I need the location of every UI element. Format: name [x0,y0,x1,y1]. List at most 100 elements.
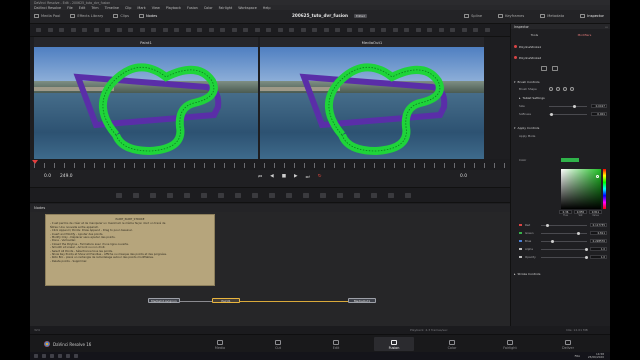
stop-icon[interactable]: ■ [282,174,286,180]
viewer-tool-icon[interactable] [116,28,122,32]
viewer-tool-icon[interactable] [277,28,283,32]
fusion-tool-icon[interactable] [167,193,173,198]
viewer-tool-icon[interactable] [139,28,145,32]
effects-library-button[interactable]: Effects Library [70,14,103,18]
viewer-tool-icon[interactable] [47,28,53,32]
size-value-field[interactable]: 0.0417 [591,103,607,108]
viewer-tool-icon[interactable] [289,28,294,32]
opacity-slider-track[interactable] [541,257,587,258]
page-tab-media[interactable]: Media [200,337,240,351]
viewer-tool-icon[interactable] [323,28,329,32]
green-value-field[interactable]: 0.811 [590,230,607,235]
fusion-tool-icon[interactable] [388,193,394,198]
task-view-icon[interactable] [50,354,54,358]
menu-playback[interactable]: Playback [166,6,181,10]
softness-value-field[interactable]: 0.001 [591,111,607,116]
green-slider-track[interactable] [541,233,587,234]
settings-subtab-icon[interactable] [552,66,558,71]
page-tab-deliver[interactable]: Deliver [548,337,588,351]
metadata-button[interactable]: Metadata [540,14,564,18]
viewer-tool-icon[interactable] [450,28,455,32]
viewer-tool-icon[interactable] [473,28,478,32]
viewer-tool-icon[interactable] [461,28,467,32]
viewer-tool-icon[interactable] [59,28,64,32]
tablet-settings-section[interactable]: ▸ Tablet Settings [519,96,545,100]
spline-button[interactable]: Spline [464,14,482,18]
stroke-controls-section[interactable]: ▸ Stroke Controls [514,272,540,276]
fusion-tool-icon[interactable] [116,193,122,198]
input-language[interactable]: FRA [575,354,580,358]
green-slider-handle[interactable] [576,231,580,235]
opacity-slider-handle[interactable] [585,255,588,259]
loop-icon[interactable]: ↻ [318,174,322,180]
explorer-icon[interactable] [58,354,62,358]
fusion-tool-icon[interactable] [371,193,377,198]
resolve-taskbar-icon[interactable] [74,354,78,358]
menu-file[interactable]: File [67,6,73,10]
node-editor[interactable]: PAINT_PAINT_STROKE - Il est permis de cr… [30,212,510,326]
fusion-tool-icon[interactable] [320,193,326,198]
menu-view[interactable]: View [152,6,160,10]
alpha-slider-track[interactable] [541,249,587,250]
time-ruler[interactable] [30,159,510,170]
blue-value-field[interactable]: 0.228576 [590,238,607,243]
viewer-tool-icon[interactable] [300,28,306,32]
keyframes-button[interactable]: Keyframes [498,14,524,18]
fusion-tool-icon[interactable] [354,193,360,198]
fusion-tool-icon[interactable] [150,193,156,198]
stroke-enabled-icon[interactable] [514,56,517,59]
viewer-tool-icon[interactable] [185,28,191,32]
page-tab-cut[interactable]: Cut [258,337,298,351]
blue-slider-handle[interactable] [551,239,555,243]
fusion-tool-icon[interactable] [269,193,275,198]
page-tab-color[interactable]: Color [432,337,472,351]
alpha-slider-handle[interactable] [585,247,588,251]
viewer-tool-icon[interactable] [484,28,490,32]
viewer-tool-icon[interactable] [174,28,179,32]
viewer-tool-icon[interactable] [392,28,398,32]
opacity-value-field[interactable]: 1.0 [590,254,607,259]
inspector-button[interactable]: Inspector [580,14,604,18]
brush-shape-soft-icon[interactable] [549,87,553,91]
brush-controls-section[interactable]: ▾ Brush Controls [514,80,540,84]
fusion-tool-icon[interactable] [286,193,292,198]
fusion-tool-icon[interactable] [218,193,224,198]
left-viewer[interactable] [34,47,258,159]
size-slider-track[interactable] [549,106,587,107]
node-paint[interactable]: Paint1 [212,298,240,303]
brush-shape-image-icon[interactable] [563,87,567,91]
menu-timeline[interactable]: Timeline [105,6,119,10]
viewer-tool-icon[interactable] [231,28,237,32]
sticky-note[interactable]: PAINT_PAINT_STROKE - Il est permis de cr… [45,214,215,286]
step-back-icon[interactable]: ◀ [270,174,274,180]
menu-davinci[interactable]: DaVinci Resolve [34,6,61,10]
viewer-tool-icon[interactable] [369,28,375,32]
viewer-tool-icon[interactable] [82,28,87,32]
hue-slider[interactable] [603,169,606,209]
color-picker[interactable] [561,169,601,209]
color-swatch[interactable] [561,158,579,162]
go-to-end-icon[interactable]: ⏭ [306,174,310,180]
fusion-tool-icon[interactable] [405,193,411,198]
fusion-tool-icon[interactable] [201,193,207,198]
menu-fairlight[interactable]: Fairlight [219,6,233,10]
page-tab-fairlight[interactable]: Fairlight [490,337,530,351]
start-icon[interactable] [34,354,38,358]
fusion-tool-icon[interactable] [303,193,309,198]
menu-help[interactable]: Help [263,6,271,10]
inspector-options-icon[interactable]: ⋯ [605,25,608,29]
node-mediain[interactable]: MediaIn1Avignon [148,298,180,303]
color-picker-point[interactable] [596,175,599,178]
menu-mark[interactable]: Mark [137,6,145,10]
viewer-tool-icon[interactable] [70,28,76,32]
blue-slider-track[interactable] [541,241,587,242]
viewer-tool-icon[interactable] [312,28,317,32]
viewer-tool-icon[interactable] [128,28,133,32]
viewer-tool-icon[interactable] [346,28,352,32]
render-start-field[interactable]: 0.0 [44,174,51,179]
viewer-tool-icon[interactable] [208,28,214,32]
viewer-tool-icon[interactable] [243,28,248,32]
menu-workspace[interactable]: Workspace [238,6,257,10]
viewer-tool-icon[interactable] [335,28,340,32]
current-time-field[interactable]: 0.0 [460,174,467,179]
